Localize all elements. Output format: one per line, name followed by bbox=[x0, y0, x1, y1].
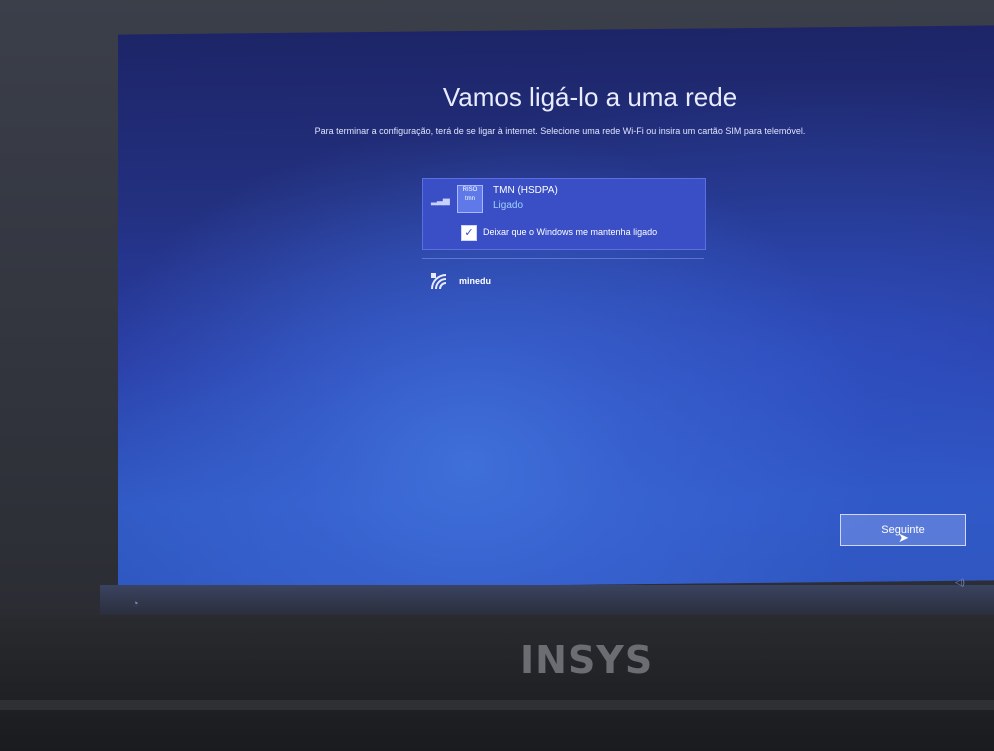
signal-bars-icon: ▂▃▅ bbox=[431, 195, 450, 205]
laptop-hinge bbox=[0, 615, 994, 751]
screen-bottom-bar bbox=[100, 585, 994, 615]
network-item-selected[interactable]: ▂▃▅ RISO tmn TMN (HSDPA) Ligado ✓ Deixar… bbox=[422, 178, 706, 250]
page-subtitle: Para terminar a configuração, terá de se… bbox=[314, 126, 806, 136]
network-name: TMN (HSDPA) bbox=[493, 185, 558, 196]
sim-label-top: RISO bbox=[462, 187, 478, 193]
mouse-cursor-icon: ➤ bbox=[898, 530, 909, 545]
volume-icon[interactable]: ◁) bbox=[955, 577, 965, 588]
network-list-divider bbox=[422, 258, 704, 259]
sim-card-icon: RISO tmn bbox=[457, 185, 483, 213]
ease-of-access-icon[interactable]: ◔ bbox=[132, 598, 139, 610]
page-title: Vamos ligá-lo a uma rede bbox=[442, 82, 738, 112]
keep-connected-label: Deixar que o Windows me mantenha ligado bbox=[483, 227, 658, 237]
keyboard-edge bbox=[0, 700, 994, 710]
network-name: minedu bbox=[459, 276, 492, 286]
sim-label-bottom: tmn bbox=[464, 196, 475, 202]
keep-connected-checkbox[interactable]: ✓ bbox=[461, 225, 477, 241]
brand-logo: INSYS bbox=[520, 638, 654, 682]
network-item-minedu[interactable]: minedu bbox=[426, 270, 686, 294]
wifi-secured-icon bbox=[430, 272, 450, 290]
network-status: Ligado bbox=[493, 200, 524, 211]
